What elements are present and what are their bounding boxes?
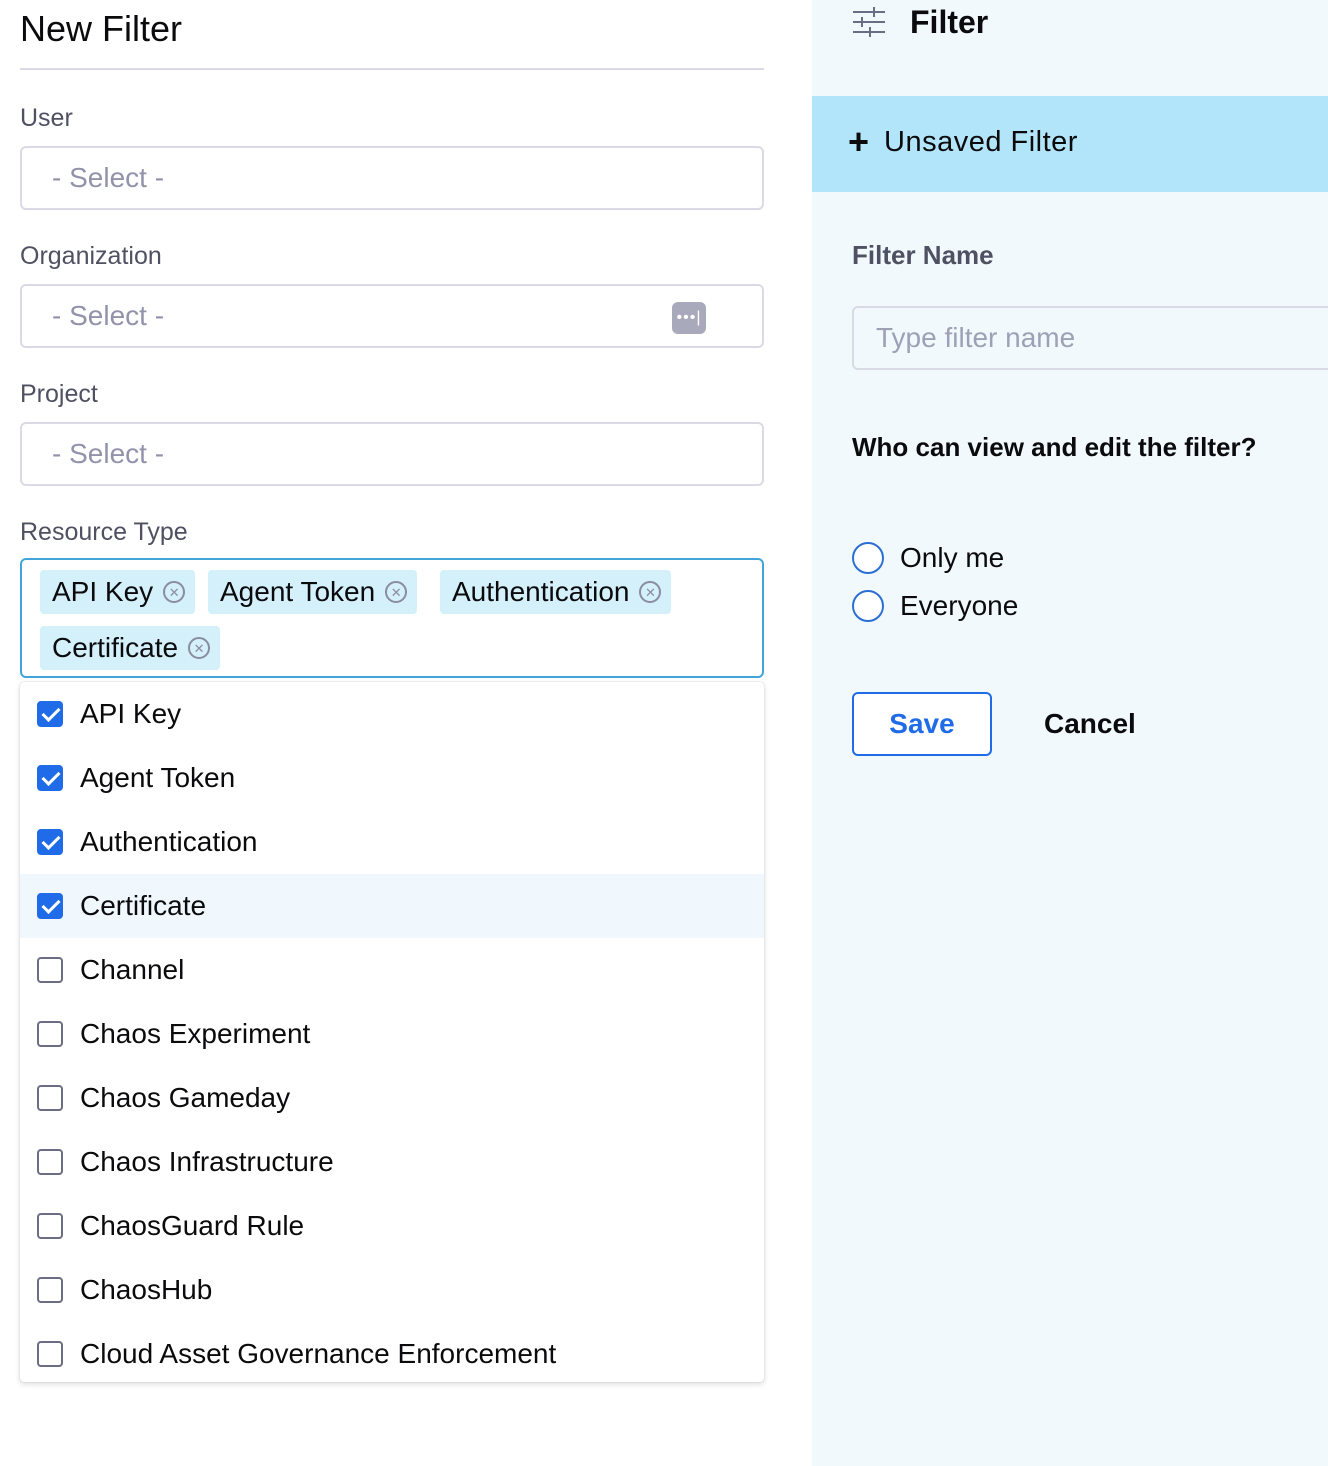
save-button[interactable]: Save (852, 692, 992, 756)
option-label: Authentication (80, 826, 258, 857)
option-label: Chaos Gameday (80, 1082, 291, 1113)
option-api-key[interactable]: API Key (20, 682, 764, 746)
chip-agent-token: Agent Token ✕ (208, 570, 418, 614)
option-channel[interactable]: Channel (20, 938, 764, 1002)
checkbox-icon[interactable] (37, 1213, 63, 1239)
new-filter-panel: New Filter User - Select - Organization … (0, 0, 812, 1466)
checkbox-checked-icon[interactable] (37, 765, 63, 791)
unsaved-filter-label: Unsaved Filter (884, 126, 1078, 158)
resource-type-multiselect[interactable]: API Key ✕ Agent Token ✕ Authentication ✕… (20, 558, 764, 678)
radio-label: Only me (900, 542, 1005, 573)
checkbox-icon[interactable] (37, 957, 63, 983)
unsaved-filter-item[interactable]: + Unsaved Filter (812, 96, 1328, 192)
checkbox-icon[interactable] (37, 1085, 63, 1111)
more-options-icon[interactable]: •••| (672, 302, 706, 334)
option-label: Agent Token (80, 762, 236, 793)
filter-name-input[interactable] (852, 306, 1328, 370)
project-select[interactable]: - Select - (20, 422, 764, 486)
chip-label: Certificate (52, 632, 179, 663)
plus-icon: + (848, 121, 870, 162)
option-cloud-asset-governance-enforcement[interactable]: Cloud Asset Governance Enforcement (20, 1322, 764, 1382)
user-select-placeholder: - Select - (52, 162, 165, 193)
remove-chip-icon[interactable]: ✕ (188, 637, 211, 659)
option-label: API Key (80, 698, 182, 729)
checkbox-icon[interactable] (37, 1021, 63, 1047)
project-label: Project (20, 380, 98, 408)
organization-label: Organization (20, 242, 162, 270)
option-agent-token[interactable]: Agent Token (20, 746, 764, 810)
radio-everyone[interactable]: Everyone (852, 588, 1018, 624)
option-authentication[interactable]: Authentication (20, 810, 764, 874)
option-label: Chaos Infrastructure (80, 1146, 334, 1177)
radio-icon[interactable] (852, 542, 884, 574)
remove-chip-icon[interactable]: ✕ (385, 581, 408, 603)
remove-chip-icon[interactable]: ✕ (639, 581, 662, 603)
resource-type-dropdown: API Key Agent Token Authentication Certi… (20, 682, 764, 1382)
filter-sliders-icon (853, 7, 885, 37)
page-title: New Filter (20, 8, 183, 49)
chip-label: API Key (52, 576, 154, 607)
chip-label: Authentication (452, 576, 630, 607)
filter-name-label: Filter Name (852, 240, 994, 270)
radio-only-me[interactable]: Only me (852, 540, 1004, 576)
option-chaos-gameday[interactable]: Chaos Gameday (20, 1066, 764, 1130)
project-select-placeholder: - Select - (52, 438, 165, 469)
remove-chip-icon[interactable]: ✕ (163, 581, 186, 603)
chip-api-key: API Key ✕ (40, 570, 196, 614)
chip-authentication: Authentication ✕ (440, 570, 672, 614)
cancel-button[interactable]: Cancel (1032, 692, 1148, 756)
resource-type-label: Resource Type (20, 518, 188, 546)
option-chaoshub[interactable]: ChaosHub (20, 1258, 764, 1322)
option-label: Cloud Asset Governance Enforcement (80, 1338, 557, 1369)
organization-select[interactable]: - Select - •••| (20, 284, 764, 348)
filter-panel-title: Filter (910, 4, 989, 40)
option-label: Channel (80, 954, 185, 985)
option-label: ChaosHub (80, 1274, 213, 1305)
option-chaos-experiment[interactable]: Chaos Experiment (20, 1002, 764, 1066)
option-label: ChaosGuard Rule (80, 1210, 305, 1241)
user-label: User (20, 104, 73, 132)
title-divider (20, 68, 764, 70)
option-chaosguard-rule[interactable]: ChaosGuard Rule (20, 1194, 764, 1258)
checkbox-icon[interactable] (37, 1149, 63, 1175)
option-chaos-infrastructure[interactable]: Chaos Infrastructure (20, 1130, 764, 1194)
checkbox-checked-icon[interactable] (37, 701, 63, 727)
chip-certificate: Certificate ✕ (40, 626, 221, 670)
chip-label: Agent Token (220, 576, 376, 607)
user-select[interactable]: - Select - (20, 146, 764, 210)
checkbox-checked-icon[interactable] (37, 893, 63, 919)
option-certificate[interactable]: Certificate (20, 874, 764, 938)
visibility-question: Who can view and edit the filter? (852, 432, 1257, 462)
radio-icon[interactable] (852, 590, 884, 622)
checkbox-icon[interactable] (37, 1277, 63, 1303)
option-label: Chaos Experiment (80, 1018, 311, 1049)
option-label: Certificate (80, 890, 207, 921)
organization-select-placeholder: - Select - (52, 300, 165, 331)
radio-label: Everyone (900, 590, 1019, 621)
checkbox-checked-icon[interactable] (37, 829, 63, 855)
checkbox-icon[interactable] (37, 1341, 63, 1367)
filter-sidebar: Filter + Unsaved Filter Filter Name Who … (812, 0, 1328, 1466)
